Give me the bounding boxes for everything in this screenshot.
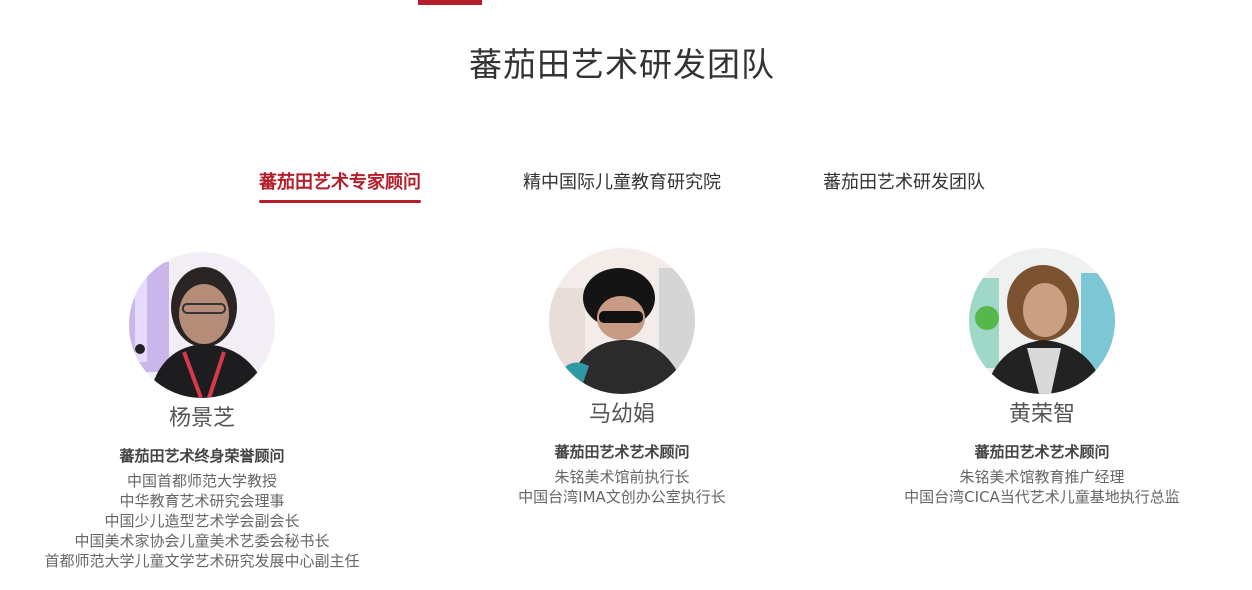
active-tab-underline <box>259 200 421 203</box>
credential-line: 中国台湾CICA当代艺术儿童基地执行总监 <box>904 488 1180 506</box>
member-card: 马幼娟 蕃茄田艺术艺术顾问 朱铭美术馆前执行长 中国台湾IMA文创办公室执行长 <box>432 248 812 507</box>
tab-label: 精中国际儿童教育研究院 <box>523 172 721 193</box>
tab-label: 蕃茄田艺术专家顾问 <box>259 172 421 193</box>
top-accent-bar <box>418 0 482 5</box>
credential-line: 朱铭美术馆前执行长 <box>554 468 690 486</box>
member-photo <box>969 248 1115 394</box>
portrait-photo-icon <box>129 252 275 398</box>
member-title: 蕃茄田艺术艺术顾问 <box>974 443 1110 461</box>
tab-research-institute[interactable]: 精中国际儿童教育研究院 <box>523 168 721 198</box>
member-photo <box>129 252 275 398</box>
member-credentials: 朱铭美术馆前执行长 中国台湾IMA文创办公室执行长 <box>432 467 812 507</box>
tab-expert-advisors[interactable]: 蕃茄田艺术专家顾问 <box>259 168 421 203</box>
tab-research-team[interactable]: 蕃茄田艺术研发团队 <box>823 168 985 198</box>
portrait-photo-icon <box>969 248 1115 394</box>
credential-line: 首都师范大学儿童文学艺术研究发展中心副主任 <box>44 552 360 570</box>
credential-line: 中华教育艺术研究会理事 <box>119 492 285 510</box>
tab-bar: 蕃茄田艺术专家顾问 精中国际儿童教育研究院 蕃茄田艺术研发团队 <box>0 168 1252 203</box>
member-name: 黄荣智 <box>1008 402 1075 427</box>
tab-label: 蕃茄田艺术研发团队 <box>823 172 985 193</box>
member-card: 杨景芝 蕃茄田艺术终身荣誉顾问 中国首都师范大学教授 中华教育艺术研究会理事 中… <box>12 252 392 571</box>
credential-line: 朱铭美术馆教育推广经理 <box>959 468 1125 486</box>
member-title: 蕃茄田艺术艺术顾问 <box>554 443 690 461</box>
section-title: 蕃茄田艺术研发团队 <box>469 45 775 84</box>
credential-line: 中国首都师范大学教授 <box>126 472 277 490</box>
member-card: 黄荣智 蕃茄田艺术艺术顾问 朱铭美术馆教育推广经理 中国台湾CICA当代艺术儿童… <box>852 248 1232 507</box>
member-credentials: 朱铭美术馆教育推广经理 中国台湾CICA当代艺术儿童基地执行总监 <box>852 467 1232 507</box>
member-photo <box>549 248 695 394</box>
credential-line: 中国少儿造型艺术学会副会长 <box>104 512 300 530</box>
credential-line: 中国美术家协会儿童美术艺委会秘书长 <box>74 532 330 550</box>
member-name: 杨景芝 <box>168 406 235 431</box>
member-credentials: 中国首都师范大学教授 中华教育艺术研究会理事 中国少儿造型艺术学会副会长 中国美… <box>12 471 392 571</box>
portrait-photo-icon <box>549 248 695 394</box>
credential-line: 中国台湾IMA文创办公室执行长 <box>518 488 726 506</box>
member-title: 蕃茄田艺术终身荣誉顾问 <box>119 447 285 465</box>
member-name: 马幼娟 <box>588 402 655 427</box>
